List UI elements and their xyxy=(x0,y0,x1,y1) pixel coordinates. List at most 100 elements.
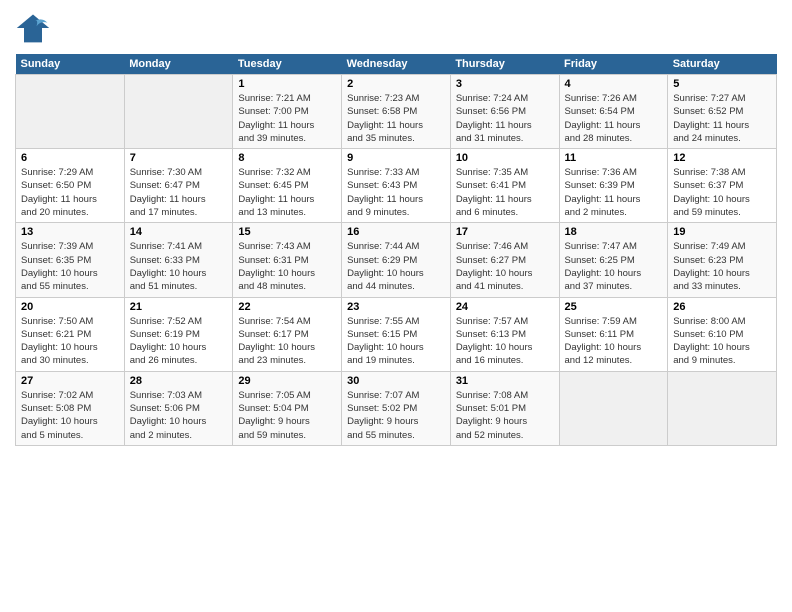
week-row-1: 1Sunrise: 7:21 AMSunset: 7:00 PMDaylight… xyxy=(16,75,777,149)
day-number: 25 xyxy=(565,301,663,313)
day-cell: 23 Sunrise: 7:55 AMSunset: 6:15 PMDayligh… xyxy=(342,297,451,371)
day-info: Sunrise: 7:55 AMSunset: 6:15 PMDaylight:… xyxy=(347,315,445,368)
day-info: Sunrise: 7:05 AMSunset: 5:04 PMDaylight:… xyxy=(238,389,336,442)
day-info: Sunrise: 7:30 AMSunset: 6:47 PMDaylight:… xyxy=(130,166,228,219)
day-cell: 29 Sunrise: 7:05 AMSunset: 5:04 PMDayligh… xyxy=(233,371,342,445)
day-number: 26 xyxy=(673,301,771,313)
day-cell: 31 Sunrise: 7:08 AMSunset: 5:01 PMDayligh… xyxy=(450,371,559,445)
day-cell: 28 Sunrise: 7:03 AMSunset: 5:06 PMDayligh… xyxy=(124,371,233,445)
day-info: Sunrise: 7:41 AMSunset: 6:33 PMDaylight:… xyxy=(130,240,228,293)
day-number: 8 xyxy=(238,152,336,164)
day-number: 31 xyxy=(456,375,554,387)
day-number: 20 xyxy=(21,301,119,313)
day-cell: 21 Sunrise: 7:52 AMSunset: 6:19 PMDayligh… xyxy=(124,297,233,371)
day-cell: 17 Sunrise: 7:46 AMSunset: 6:27 PMDayligh… xyxy=(450,223,559,297)
day-cell: 10 Sunrise: 7:35 AMSunset: 6:41 PMDayligh… xyxy=(450,149,559,223)
day-cell: 24Sunrise: 7:57 AMSunset: 6:13 PMDayligh… xyxy=(450,297,559,371)
day-cell: 8Sunrise: 7:32 AMSunset: 6:45 PMDaylight… xyxy=(233,149,342,223)
day-number: 23 xyxy=(347,301,445,313)
day-info: Sunrise: 7:43 AMSunset: 6:31 PMDaylight:… xyxy=(238,240,336,293)
logo-icon xyxy=(15,10,51,46)
day-info: Sunrise: 7:07 AMSunset: 5:02 PMDaylight:… xyxy=(347,389,445,442)
day-cell: 9 Sunrise: 7:33 AMSunset: 6:43 PMDaylight… xyxy=(342,149,451,223)
day-cell: 25 Sunrise: 7:59 AMSunset: 6:11 PMDayligh… xyxy=(559,297,668,371)
day-cell: 14 Sunrise: 7:41 AMSunset: 6:33 PMDayligh… xyxy=(124,223,233,297)
day-info: Sunrise: 7:47 AMSunset: 6:25 PMDaylight:… xyxy=(565,240,663,293)
day-cell xyxy=(16,75,125,149)
day-number: 1 xyxy=(238,78,336,90)
week-row-2: 6 Sunrise: 7:29 AMSunset: 6:50 PMDaylight… xyxy=(16,149,777,223)
day-number: 15 xyxy=(238,226,336,238)
day-number: 10 xyxy=(456,152,554,164)
day-number: 27 xyxy=(21,375,119,387)
day-header-wednesday: Wednesday xyxy=(342,54,451,75)
day-cell: 5Sunrise: 7:27 AMSunset: 6:52 PMDaylight… xyxy=(668,75,777,149)
day-number: 19 xyxy=(673,226,771,238)
week-row-5: 27 Sunrise: 7:02 AMSunset: 5:08 PMDayligh… xyxy=(16,371,777,445)
day-number: 6 xyxy=(21,152,119,164)
day-number: 3 xyxy=(456,78,554,90)
day-cell xyxy=(124,75,233,149)
day-info: Sunrise: 7:26 AMSunset: 6:54 PMDaylight:… xyxy=(565,92,663,145)
day-info: Sunrise: 7:35 AMSunset: 6:41 PMDaylight:… xyxy=(456,166,554,219)
day-info: Sunrise: 7:44 AMSunset: 6:29 PMDaylight:… xyxy=(347,240,445,293)
week-row-4: 20 Sunrise: 7:50 AMSunset: 6:21 PMDayligh… xyxy=(16,297,777,371)
day-number: 28 xyxy=(130,375,228,387)
day-cell: 22Sunrise: 7:54 AMSunset: 6:17 PMDayligh… xyxy=(233,297,342,371)
day-number: 11 xyxy=(565,152,663,164)
day-number: 30 xyxy=(347,375,445,387)
header xyxy=(15,10,777,46)
day-cell: 4Sunrise: 7:26 AMSunset: 6:54 PMDaylight… xyxy=(559,75,668,149)
day-number: 29 xyxy=(238,375,336,387)
day-info: Sunrise: 7:36 AMSunset: 6:39 PMDaylight:… xyxy=(565,166,663,219)
day-number: 18 xyxy=(565,226,663,238)
day-cell: 11 Sunrise: 7:36 AMSunset: 6:39 PMDayligh… xyxy=(559,149,668,223)
day-info: Sunrise: 7:49 AMSunset: 6:23 PMDaylight:… xyxy=(673,240,771,293)
day-header-thursday: Thursday xyxy=(450,54,559,75)
day-header-monday: Monday xyxy=(124,54,233,75)
day-header-tuesday: Tuesday xyxy=(233,54,342,75)
day-cell: 13Sunrise: 7:39 AMSunset: 6:35 PMDayligh… xyxy=(16,223,125,297)
day-info: Sunrise: 7:33 AMSunset: 6:43 PMDaylight:… xyxy=(347,166,445,219)
day-number: 21 xyxy=(130,301,228,313)
day-number: 2 xyxy=(347,78,445,90)
day-cell: 26 Sunrise: 8:00 AMSunset: 6:10 PMDayligh… xyxy=(668,297,777,371)
day-info: Sunrise: 7:59 AMSunset: 6:11 PMDaylight:… xyxy=(565,315,663,368)
day-cell: 15 Sunrise: 7:43 AMSunset: 6:31 PMDayligh… xyxy=(233,223,342,297)
day-cell: 12 Sunrise: 7:38 AMSunset: 6:37 PMDayligh… xyxy=(668,149,777,223)
day-number: 13 xyxy=(21,226,119,238)
day-cell: 7Sunrise: 7:30 AMSunset: 6:47 PMDaylight… xyxy=(124,149,233,223)
day-cell: 16Sunrise: 7:44 AMSunset: 6:29 PMDayligh… xyxy=(342,223,451,297)
day-info: Sunrise: 7:50 AMSunset: 6:21 PMDaylight:… xyxy=(21,315,119,368)
day-info: Sunrise: 7:57 AMSunset: 6:13 PMDaylight:… xyxy=(456,315,554,368)
day-cell xyxy=(559,371,668,445)
day-info: Sunrise: 7:24 AMSunset: 6:56 PMDaylight:… xyxy=(456,92,554,145)
day-number: 9 xyxy=(347,152,445,164)
day-number: 5 xyxy=(673,78,771,90)
day-number: 17 xyxy=(456,226,554,238)
logo xyxy=(15,10,55,46)
day-cell: 30 Sunrise: 7:07 AMSunset: 5:02 PMDayligh… xyxy=(342,371,451,445)
day-cell: 3 Sunrise: 7:24 AMSunset: 6:56 PMDaylight… xyxy=(450,75,559,149)
calendar-table: SundayMondayTuesdayWednesdayThursdayFrid… xyxy=(15,54,777,446)
day-info: Sunrise: 7:46 AMSunset: 6:27 PMDaylight:… xyxy=(456,240,554,293)
day-info: Sunrise: 7:29 AMSunset: 6:50 PMDaylight:… xyxy=(21,166,119,219)
day-header-friday: Friday xyxy=(559,54,668,75)
day-cell: 1Sunrise: 7:21 AMSunset: 7:00 PMDaylight… xyxy=(233,75,342,149)
day-number: 22 xyxy=(238,301,336,313)
day-number: 12 xyxy=(673,152,771,164)
day-info: Sunrise: 7:08 AMSunset: 5:01 PMDaylight:… xyxy=(456,389,554,442)
day-info: Sunrise: 7:52 AMSunset: 6:19 PMDaylight:… xyxy=(130,315,228,368)
page: SundayMondayTuesdayWednesdayThursdayFrid… xyxy=(0,0,792,612)
week-row-3: 13Sunrise: 7:39 AMSunset: 6:35 PMDayligh… xyxy=(16,223,777,297)
day-header-saturday: Saturday xyxy=(668,54,777,75)
day-header-sunday: Sunday xyxy=(16,54,125,75)
day-number: 14 xyxy=(130,226,228,238)
day-cell xyxy=(668,371,777,445)
day-info: Sunrise: 7:02 AMSunset: 5:08 PMDaylight:… xyxy=(21,389,119,442)
day-info: Sunrise: 7:38 AMSunset: 6:37 PMDaylight:… xyxy=(673,166,771,219)
day-cell: 20 Sunrise: 7:50 AMSunset: 6:21 PMDayligh… xyxy=(16,297,125,371)
day-info: Sunrise: 8:00 AMSunset: 6:10 PMDaylight:… xyxy=(673,315,771,368)
day-info: Sunrise: 7:03 AMSunset: 5:06 PMDaylight:… xyxy=(130,389,228,442)
day-cell: 18 Sunrise: 7:47 AMSunset: 6:25 PMDayligh… xyxy=(559,223,668,297)
